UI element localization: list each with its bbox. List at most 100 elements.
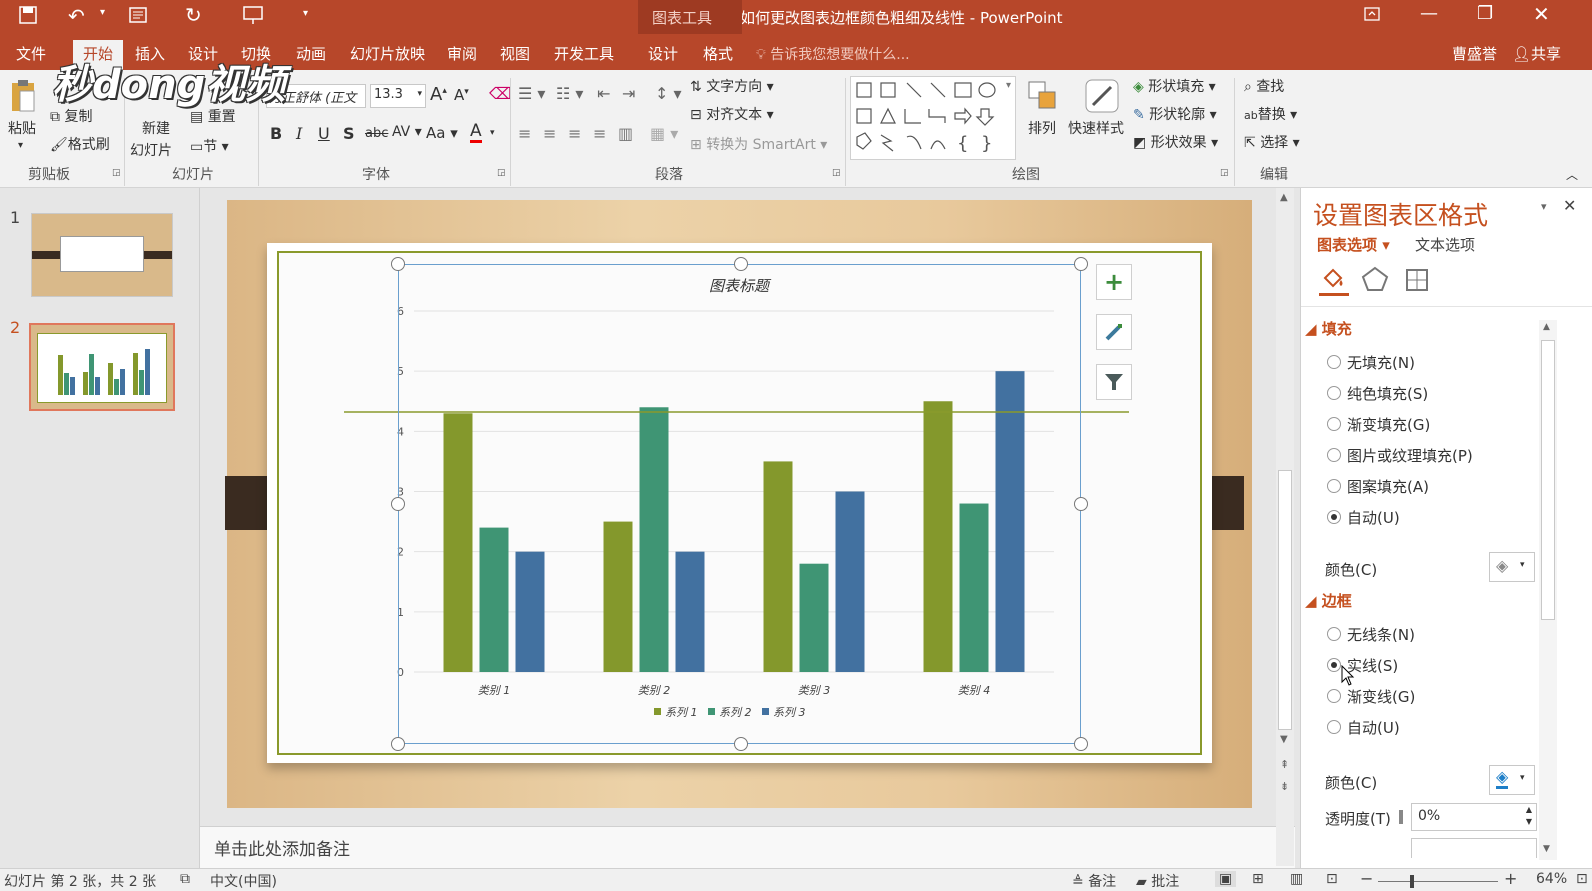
- tab-review[interactable]: 审阅: [447, 43, 477, 64]
- chart-elements-button[interactable]: +: [1096, 264, 1132, 300]
- zoom-level[interactable]: 64%: [1536, 871, 1567, 887]
- chart-selection-frame[interactable]: [398, 264, 1081, 744]
- border-option-label[interactable]: 无线条(N): [1347, 624, 1415, 645]
- pane-scroll-thumb[interactable]: [1541, 340, 1555, 620]
- restore-icon[interactable]: ❐: [1477, 3, 1493, 24]
- justify-icon[interactable]: ≡: [593, 124, 606, 143]
- collapse-ribbon-icon[interactable]: ︿: [1566, 166, 1578, 183]
- fill-radio-4[interactable]: [1327, 479, 1341, 493]
- drawing-launcher-icon[interactable]: ◲: [1220, 168, 1229, 178]
- new-slide-button[interactable]: 新建: [142, 118, 170, 138]
- font-color-dropdown-icon[interactable]: ▾: [490, 128, 495, 138]
- spin-up-icon[interactable]: ▲: [1526, 805, 1532, 814]
- notes-toggle[interactable]: ≜ 备注: [1072, 871, 1116, 891]
- notes-pane[interactable]: 单击此处添加备注: [200, 826, 1295, 868]
- slide-scrollbar[interactable]: ▲ ▼ ⇞ ⇟: [1276, 188, 1294, 866]
- underline-icon[interactable]: U: [318, 124, 330, 143]
- redo-icon[interactable]: ↻: [185, 3, 202, 27]
- normal-view-icon[interactable]: ▣: [1215, 871, 1237, 887]
- fill-option-label[interactable]: 自动(U): [1347, 507, 1400, 528]
- reading-view-icon[interactable]: ▥: [1290, 871, 1303, 887]
- paste-dropdown-icon[interactable]: ▾: [18, 140, 23, 151]
- tab-chart-options[interactable]: 图表选项 ▾: [1317, 234, 1390, 255]
- language-indicator[interactable]: 中文(中国): [210, 871, 277, 891]
- border-radio-3[interactable]: [1327, 720, 1341, 734]
- slide-thumbnail-2[interactable]: [29, 323, 175, 411]
- spell-check-icon[interactable]: ⧉: [180, 871, 190, 887]
- zoom-slider[interactable]: [1378, 881, 1498, 882]
- paste-button[interactable]: 粘贴: [8, 118, 36, 138]
- resize-handle-n[interactable]: [734, 257, 748, 271]
- user-name[interactable]: 曹盛誉: [1452, 43, 1497, 64]
- resize-handle-nw[interactable]: [391, 257, 405, 271]
- resize-handle-e[interactable]: [1074, 497, 1088, 511]
- align-right-icon[interactable]: ≡: [568, 124, 581, 143]
- pane-scroll-down-icon[interactable]: ▼: [1543, 844, 1550, 854]
- columns-icon[interactable]: ▦ ▾: [650, 124, 678, 143]
- pane-close-icon[interactable]: ✕: [1563, 196, 1576, 215]
- pane-scroll-up-icon[interactable]: ▲: [1543, 322, 1550, 332]
- zoom-slider-thumb[interactable]: [1410, 875, 1414, 888]
- close-window-icon[interactable]: ✕: [1533, 2, 1550, 26]
- decrease-font-icon[interactable]: A▾: [454, 86, 469, 104]
- undo-dropdown-icon[interactable]: ▾: [100, 7, 105, 18]
- arrange-button[interactable]: 排列: [1028, 118, 1056, 138]
- undo-icon[interactable]: ↶: [68, 4, 85, 28]
- resize-handle-w[interactable]: [391, 497, 405, 511]
- increase-font-icon[interactable]: A▴: [430, 84, 447, 105]
- increase-indent-icon[interactable]: ⇥: [622, 84, 635, 103]
- pane-options-dropdown-icon[interactable]: ▾: [1541, 200, 1547, 213]
- minimize-icon[interactable]: —: [1420, 3, 1438, 24]
- font-color-icon[interactable]: A: [470, 122, 482, 143]
- align-text-button[interactable]: ⊟ 对齐文本 ▾: [690, 104, 774, 124]
- tab-format[interactable]: 格式: [703, 43, 733, 64]
- tab-developer[interactable]: 开发工具: [554, 43, 614, 64]
- transparency-input[interactable]: 0% ▲ ▼: [1411, 803, 1537, 831]
- format-painter-button[interactable]: 🖌︎格式刷: [50, 134, 110, 154]
- clipboard-launcher-icon[interactable]: ◲: [112, 168, 121, 178]
- text-direction-button[interactable]: ⇅ 文字方向 ▾: [690, 76, 774, 96]
- shadow-icon[interactable]: S: [343, 124, 355, 143]
- border-color-button[interactable]: ◈ ▾: [1489, 765, 1535, 795]
- strikethrough-icon[interactable]: abc: [365, 126, 388, 141]
- tab-text-options[interactable]: 文本选项: [1415, 234, 1475, 255]
- resize-handle-s[interactable]: [734, 737, 748, 751]
- border-radio-0[interactable]: [1327, 627, 1341, 641]
- gallery-more-icon[interactable]: ▾: [1006, 80, 1011, 91]
- tab-chart-design[interactable]: 设计: [648, 43, 678, 64]
- numbering-icon[interactable]: ☷ ▾: [556, 84, 583, 103]
- fill-section-header[interactable]: ◢ 填充: [1305, 318, 1352, 339]
- convert-smartart-button[interactable]: ⊞ 转换为 SmartArt ▾: [690, 134, 827, 154]
- resize-handle-sw[interactable]: [391, 737, 405, 751]
- border-radio-2[interactable]: [1327, 689, 1341, 703]
- shapes-gallery[interactable]: {}: [850, 76, 1016, 160]
- shape-fill-button[interactable]: ◈ 形状填充 ▾: [1133, 76, 1216, 96]
- fill-radio-1[interactable]: [1327, 386, 1341, 400]
- border-radio-1[interactable]: [1327, 658, 1341, 672]
- italic-icon[interactable]: I: [296, 124, 302, 143]
- quick-styles-button[interactable]: 快速样式: [1068, 118, 1124, 138]
- size-properties-tab[interactable]: [1403, 266, 1433, 296]
- save-icon[interactable]: [18, 5, 38, 29]
- previous-slide-icon[interactable]: ⇞: [1280, 758, 1289, 771]
- slide-thumbnail-1[interactable]: [31, 213, 173, 297]
- fill-radio-3[interactable]: [1327, 448, 1341, 462]
- width-input-partial[interactable]: [1411, 838, 1537, 858]
- scroll-thumb[interactable]: [1278, 470, 1292, 730]
- border-section-header[interactable]: ◢ 边框: [1305, 590, 1352, 611]
- fill-radio-5[interactable]: [1327, 510, 1341, 524]
- tab-animations[interactable]: 动画: [296, 43, 326, 64]
- border-option-label[interactable]: 自动(U): [1347, 717, 1400, 738]
- fill-option-label[interactable]: 图案填充(A): [1347, 476, 1429, 497]
- char-spacing-icon[interactable]: AV ▾: [392, 124, 422, 140]
- scroll-down-icon[interactable]: ▼: [1280, 734, 1288, 745]
- pane-scrollbar[interactable]: ▲ ▼: [1539, 320, 1557, 860]
- next-slide-icon[interactable]: ⇟: [1280, 780, 1289, 793]
- select-button[interactable]: ⇱ 选择 ▾: [1244, 132, 1300, 152]
- section-button[interactable]: ▭节 ▾: [190, 136, 229, 156]
- replace-button[interactable]: ab替换 ▾: [1244, 104, 1297, 124]
- chart-filters-button[interactable]: [1096, 364, 1132, 400]
- slideshow-view-icon[interactable]: ⊡: [1326, 871, 1338, 887]
- zoom-in-icon[interactable]: +: [1504, 869, 1517, 888]
- font-launcher-icon[interactable]: ◲: [497, 168, 506, 178]
